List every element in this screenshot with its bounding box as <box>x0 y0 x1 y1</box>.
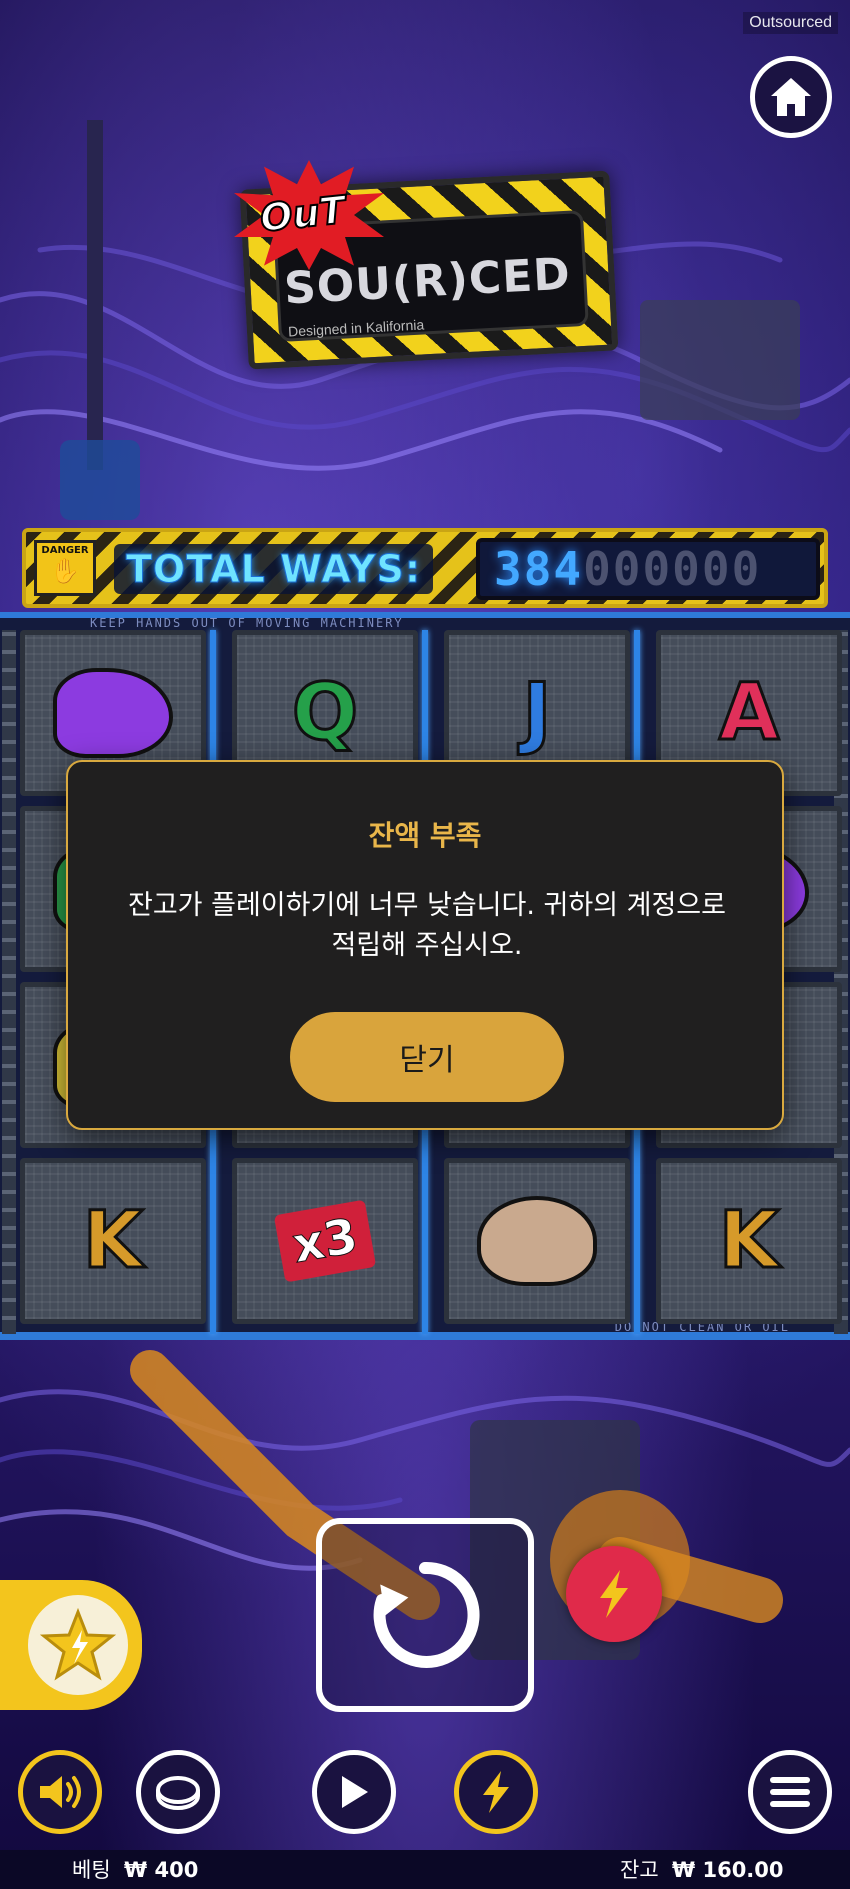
spin-button[interactable] <box>316 1518 534 1712</box>
home-icon <box>771 78 811 116</box>
sneaker-icon-shape <box>53 668 173 758</box>
game-logo: OuT SOU(R)CED Designed in Kalifornia <box>224 160 624 400</box>
turbo-toggle-button[interactable] <box>566 1546 662 1642</box>
dialog-title: 잔액 부족 <box>368 819 482 852</box>
k-symbol: K <box>717 1196 780 1286</box>
q-symbol: Q <box>290 668 359 758</box>
play-icon <box>342 1776 368 1808</box>
ways-value-dim: 000000 <box>583 542 762 596</box>
reel-cell: K <box>656 1158 842 1324</box>
feature-buy-button[interactable] <box>0 1580 142 1710</box>
j-symbol: J <box>521 668 553 758</box>
reel-rail-left <box>2 630 16 1334</box>
spin-icon <box>373 1561 480 1668</box>
total-ways-bar: DANGER ✋ TOTAL WAYS: 384 000000 <box>22 528 828 608</box>
lightning-icon <box>600 1570 628 1618</box>
hand-warning-icon: ✋ <box>50 557 80 585</box>
balance-display: 잔고 ₩ 160.00 <box>620 1854 784 1884</box>
sound-button[interactable] <box>18 1750 102 1834</box>
dialog-message: 잔고가 플레이하기에 너무 낮습니다. 귀하의 계정으로 적립해 주십시오. <box>128 890 726 961</box>
menu-button[interactable] <box>748 1750 832 1834</box>
k-symbol: K <box>81 1196 144 1286</box>
lightning-icon <box>483 1771 509 1813</box>
sneaker-icon <box>53 668 173 758</box>
doll-head-icon-shape <box>477 1196 597 1286</box>
game-title-tag: Outsourced <box>743 12 838 34</box>
feature-inner <box>28 1595 128 1695</box>
total-ways-counter: 384 000000 <box>476 538 820 600</box>
home-button[interactable] <box>750 56 832 138</box>
star-bolt-icon <box>40 1608 116 1681</box>
multiplier-icon: x3 <box>273 1199 377 1283</box>
quick-spin-button[interactable] <box>454 1750 538 1834</box>
reel-cell: x3 <box>232 1158 418 1324</box>
a-symbol: A <box>717 668 780 758</box>
total-ways-label: TOTAL WAYS: <box>114 544 434 594</box>
reel-cell: K <box>20 1158 206 1324</box>
insufficient-funds-dialog: 잔액 부족 잔고가 플레이하기에 너무 낮습니다. 귀하의 계정으로 적립해 주… <box>66 760 784 1130</box>
autoplay-button[interactable] <box>312 1750 396 1834</box>
danger-label: DANGER <box>41 545 89 556</box>
bet-coin-button[interactable] <box>136 1750 220 1834</box>
balance-label: 잔고 <box>620 1858 659 1882</box>
dialog-close-button[interactable]: 닫기 <box>290 1012 564 1102</box>
reel-warning-top: KEEP HANDS OUT OF MOVING MACHINERY <box>90 616 404 630</box>
bet-label: 베팅 <box>72 1858 111 1882</box>
balance-value: ₩ 160.00 <box>672 1858 784 1882</box>
sound-icon <box>40 1776 81 1808</box>
reel-cell <box>444 1158 630 1324</box>
bet-value: ₩ 400 <box>124 1858 199 1882</box>
coin-icon <box>156 1776 200 1810</box>
menu-icon <box>770 1777 810 1807</box>
bet-display: 베팅 ₩ 400 <box>72 1854 198 1884</box>
danger-sign: DANGER ✋ <box>34 540 96 596</box>
doll-head-icon <box>477 1196 597 1286</box>
logo-out-text: OuT <box>257 187 348 242</box>
ways-value-lit: 384 <box>494 542 584 596</box>
